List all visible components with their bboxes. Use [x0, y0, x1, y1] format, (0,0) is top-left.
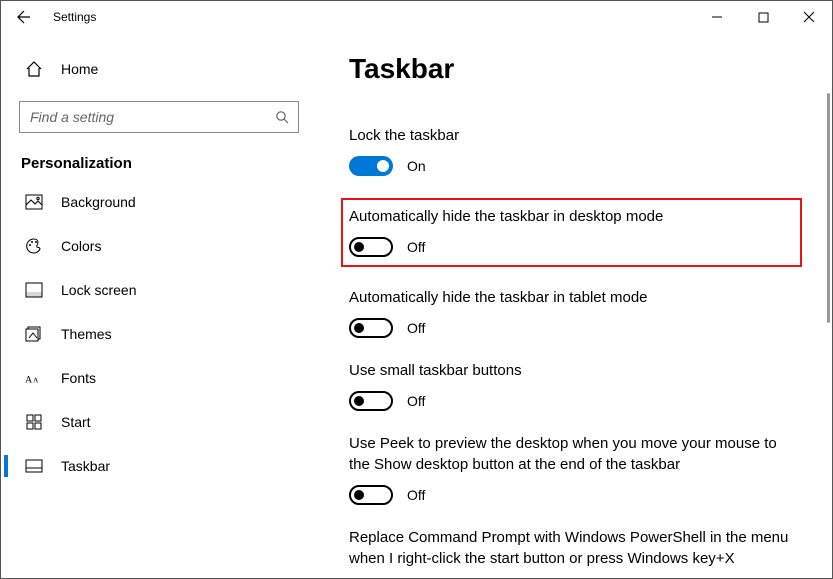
- themes-icon: [25, 325, 43, 343]
- sidebar-item-start[interactable]: Start: [19, 400, 309, 444]
- main-content: Taskbar Lock the taskbar On Automaticall…: [319, 33, 832, 578]
- toggle-state: Off: [407, 320, 425, 336]
- titlebar: Settings: [1, 1, 832, 33]
- setting-label: Automatically hide the taskbar in tablet…: [349, 287, 802, 308]
- sidebar-item-label: Background: [61, 194, 136, 210]
- page-title: Taskbar: [349, 53, 802, 85]
- toggle-state: Off: [407, 487, 425, 503]
- sidebar-item-label: Themes: [61, 326, 112, 342]
- image-icon: [25, 194, 43, 210]
- search-input[interactable]: [28, 108, 275, 126]
- toggle-state: Off: [407, 239, 425, 255]
- fonts-icon: AA: [25, 370, 43, 386]
- close-icon: [803, 11, 815, 23]
- setting-small-buttons: Use small taskbar buttons Off: [349, 360, 802, 411]
- sidebar-item-fonts[interactable]: AA Fonts: [19, 356, 309, 400]
- section-header: Personalization: [19, 155, 309, 172]
- sidebar-item-themes[interactable]: Themes: [19, 312, 309, 356]
- toggle-state: Off: [407, 393, 425, 409]
- toggle-state: On: [407, 158, 426, 174]
- palette-icon: [25, 237, 43, 255]
- minimize-button[interactable]: [694, 1, 740, 33]
- toggle-auto-hide-desktop[interactable]: [349, 237, 393, 257]
- sidebar-item-label: Start: [61, 414, 91, 430]
- sidebar: Home Personalization Background: [1, 33, 319, 578]
- sidebar-item-background[interactable]: Background: [19, 180, 309, 224]
- toggle-auto-hide-tablet[interactable]: [349, 318, 393, 338]
- setting-peek: Use Peek to preview the desktop when you…: [349, 433, 802, 505]
- toggle-small-buttons[interactable]: [349, 391, 393, 411]
- setting-lock-taskbar: Lock the taskbar On: [349, 125, 802, 176]
- setting-label: Replace Command Prompt with Windows Powe…: [349, 527, 802, 569]
- scrollbar[interactable]: [827, 93, 830, 570]
- setting-auto-hide-tablet: Automatically hide the taskbar in tablet…: [349, 287, 802, 338]
- nav-list: Background Colors Lock screen Themes: [19, 180, 309, 488]
- svg-text:A: A: [33, 377, 39, 385]
- search-box[interactable]: [19, 101, 299, 133]
- sidebar-item-label: Taskbar: [61, 458, 110, 474]
- home-icon: [25, 60, 43, 78]
- setting-label: Use small taskbar buttons: [349, 360, 802, 381]
- scrollbar-thumb[interactable]: [827, 93, 830, 323]
- setting-label: Automatically hide the taskbar in deskto…: [349, 206, 790, 227]
- window-title: Settings: [47, 10, 96, 24]
- home-label: Home: [61, 61, 98, 77]
- sidebar-item-label: Fonts: [61, 370, 96, 386]
- sidebar-item-taskbar[interactable]: Taskbar: [19, 444, 309, 488]
- setting-auto-hide-desktop: Automatically hide the taskbar in deskto…: [349, 206, 790, 257]
- sidebar-item-colors[interactable]: Colors: [19, 224, 309, 268]
- sidebar-item-label: Colors: [61, 238, 101, 254]
- taskbar-icon: [25, 459, 43, 473]
- maximize-button[interactable]: [740, 1, 786, 33]
- search-icon: [275, 110, 290, 125]
- home-nav[interactable]: Home: [19, 49, 309, 89]
- highlight-box: Automatically hide the taskbar in deskto…: [341, 198, 802, 267]
- setting-label: Use Peek to preview the desktop when you…: [349, 433, 789, 475]
- toggle-lock-taskbar[interactable]: [349, 156, 393, 176]
- maximize-icon: [758, 12, 769, 23]
- toggle-peek[interactable]: [349, 485, 393, 505]
- lock-screen-icon: [25, 282, 43, 298]
- back-button[interactable]: [1, 1, 47, 33]
- close-button[interactable]: [786, 1, 832, 33]
- setting-powershell: Replace Command Prompt with Windows Powe…: [349, 527, 802, 569]
- sidebar-item-label: Lock screen: [61, 282, 136, 298]
- minimize-icon: [711, 11, 723, 23]
- start-icon: [25, 414, 43, 430]
- setting-label: Lock the taskbar: [349, 125, 802, 146]
- back-arrow-icon: [16, 9, 32, 25]
- sidebar-item-lock-screen[interactable]: Lock screen: [19, 268, 309, 312]
- svg-text:A: A: [25, 375, 33, 386]
